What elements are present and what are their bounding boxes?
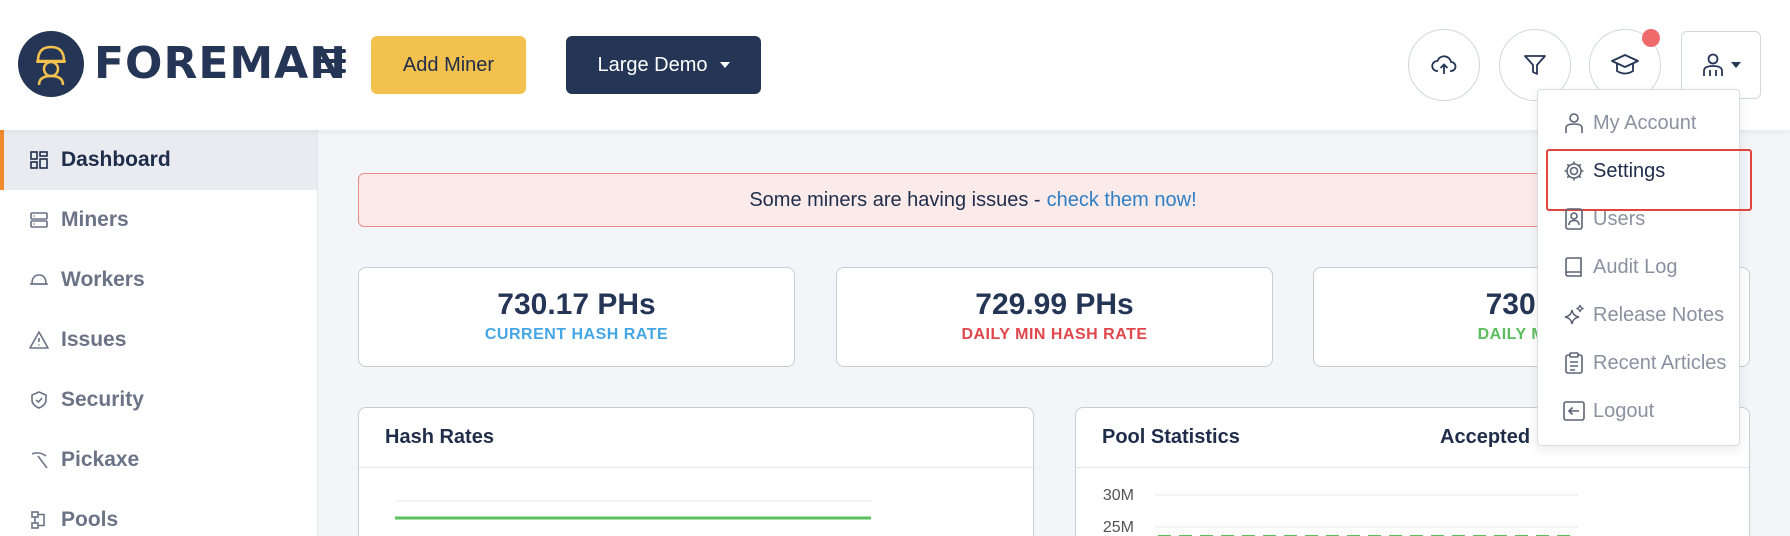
users-icon <box>1563 208 1585 230</box>
stat-value: 729.99 PHs <box>975 288 1134 321</box>
menu-toggle-icon[interactable] <box>316 49 346 73</box>
gear-icon <box>1563 160 1585 182</box>
card-title: Hash Rates <box>359 408 1033 468</box>
menu-item-label: Settings <box>1593 159 1666 182</box>
menu-item-label: Release Notes <box>1593 303 1725 326</box>
brand-name[interactable]: FOREMAN <box>94 38 347 89</box>
sidebar-item-label: Pickaxe <box>61 448 140 471</box>
top-header: FOREMAN Add Miner Large Demo <box>0 0 1790 130</box>
hash-rates-chart <box>395 500 871 520</box>
sparkle-icon <box>1563 304 1585 326</box>
sidebar-item-label: Pools <box>61 508 119 531</box>
add-miner-button[interactable]: Add Miner <box>371 36 526 94</box>
menu-item-recent-articles[interactable]: Recent Articles <box>1538 339 1739 387</box>
y-tick-label: 25M <box>1103 519 1134 536</box>
stat-card-daily-min-hash-rate: 729.99 PHs DAILY MIN HASH RATE <box>836 267 1273 367</box>
menu-item-release-notes[interactable]: Release Notes <box>1538 291 1739 339</box>
menu-item-logout[interactable]: Logout <box>1538 387 1739 435</box>
user-dropdown-menu: My Account Settings Users Audit Log Rele… <box>1537 89 1752 446</box>
user-icon <box>1563 112 1585 134</box>
sidebar-item-pickaxe[interactable]: Pickaxe <box>0 430 317 490</box>
sidebar-item-issues[interactable]: Issues <box>0 310 317 370</box>
worker-logo-icon <box>36 45 66 86</box>
sidebar-item-workers[interactable]: Workers <box>0 250 317 310</box>
menu-item-my-account[interactable]: My Account <box>1538 99 1739 147</box>
sidebar-item-dashboard[interactable]: Dashboard <box>0 130 317 190</box>
sidebar-item-miners[interactable]: Miners <box>0 190 317 250</box>
stat-value: 730.17 PHs <box>497 288 656 321</box>
menu-item-label: Users <box>1593 207 1646 230</box>
menu-item-label: Logout <box>1593 399 1655 422</box>
sidebar-item-label: Workers <box>61 268 145 291</box>
shield-icon <box>29 390 49 410</box>
sidebar-item-pools[interactable]: Pools <box>0 490 317 536</box>
hardhat-icon <box>29 270 49 290</box>
menu-item-label: Audit Log <box>1593 255 1678 278</box>
sidebar-item-label: Miners <box>61 208 129 231</box>
logout-icon <box>1563 400 1585 422</box>
menu-item-label: My Account <box>1593 111 1697 134</box>
notification-dot <box>1642 29 1660 47</box>
menu-item-audit-log[interactable]: Audit Log <box>1538 243 1739 291</box>
y-tick-label: 30M <box>1103 487 1134 504</box>
menu-item-settings[interactable]: Settings <box>1538 147 1752 211</box>
stat-card-current-hash-rate: 730.17 PHs CURRENT HASH RATE <box>358 267 795 367</box>
card-title: Pool Statistics <box>1102 426 1240 448</box>
alert-text: Some miners are having issues - <box>749 188 1041 211</box>
upload-button[interactable] <box>1408 29 1480 101</box>
stat-label: CURRENT HASH RATE <box>484 326 669 343</box>
filter-icon <box>1524 55 1546 75</box>
foreman-logo[interactable] <box>18 31 84 97</box>
server-icon <box>29 210 49 230</box>
caret-down-icon <box>719 62 730 68</box>
stat-label: DAILY MIN HASH RATE <box>961 326 1148 343</box>
user-icon <box>1703 53 1723 76</box>
book-icon <box>1563 256 1585 278</box>
pools-icon <box>29 510 49 530</box>
clipboard-icon <box>1563 352 1585 374</box>
pool-statistics-chart: 30M 25M <box>1103 487 1578 536</box>
pickaxe-icon <box>29 450 49 470</box>
warning-icon <box>29 330 49 350</box>
check-issues-link[interactable]: check them now! <box>1047 189 1197 212</box>
dashboard-icon <box>29 150 49 170</box>
caret-down-icon <box>1731 62 1741 68</box>
cloud-upload-icon <box>1431 55 1457 74</box>
org-select-label: Large Demo <box>597 53 708 76</box>
miner-issues-alert: Some miners are having issues - check th… <box>358 173 1588 227</box>
graduation-cap-icon <box>1611 54 1639 75</box>
menu-item-label: Recent Articles <box>1593 351 1727 374</box>
sidebar-item-label: Dashboard <box>61 148 171 171</box>
hash-rates-card: Hash Rates <box>358 407 1034 536</box>
sidebar: Dashboard Miners Workers Issues Security… <box>0 130 318 536</box>
org-select-button[interactable]: Large Demo <box>566 36 761 94</box>
sidebar-item-label: Issues <box>61 328 127 351</box>
menu-item-users[interactable]: Users <box>1538 195 1739 243</box>
sidebar-item-label: Security <box>61 388 144 411</box>
sidebar-item-security[interactable]: Security <box>0 370 317 430</box>
card-subtitle: Accepted <box>1440 426 1531 448</box>
